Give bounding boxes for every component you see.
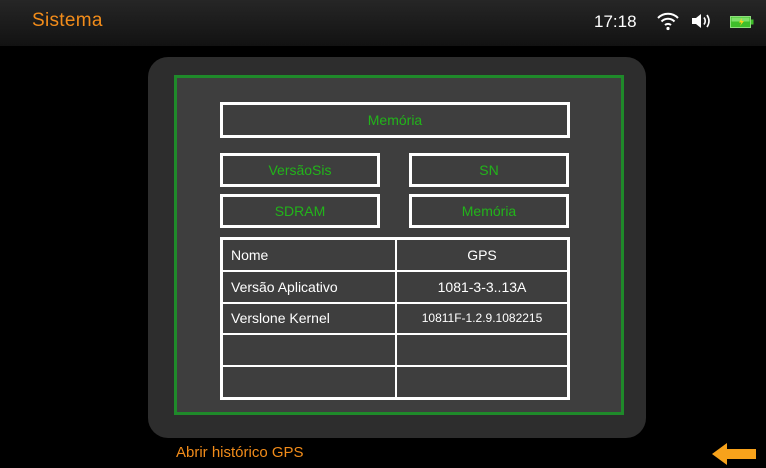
table-cell-label: Versão Aplicativo <box>220 269 397 304</box>
table-row <box>220 333 570 368</box>
system-version-button[interactable]: VersãoSis <box>220 153 380 187</box>
battery-icon <box>730 15 754 34</box>
table-row: Nome GPS <box>220 237 570 272</box>
table-row <box>220 365 570 400</box>
table-cell-label: Verslone Kernel <box>220 301 397 336</box>
table-cell-value: GPS <box>395 237 570 272</box>
wifi-icon <box>656 11 680 36</box>
table-cell-value: 10811F-1.2.9.1082215 <box>395 301 570 336</box>
table-row: Versão Aplicativo 1081-3-3..13A <box>220 269 570 304</box>
table-cell-label <box>220 333 397 368</box>
clock: 17:18 <box>594 12 637 31</box>
table-cell-value <box>395 365 570 400</box>
serial-number-button[interactable]: SN <box>409 153 569 187</box>
sdram-button[interactable]: SDRAM <box>220 194 380 228</box>
memory-top-button[interactable]: Memória <box>220 102 570 138</box>
table-cell-value: 1081-3-3..13A <box>395 269 570 304</box>
table-row: Verslone Kernel 10811F-1.2.9.1082215 <box>220 301 570 336</box>
status-bar: Sistema 17:18 <box>0 0 766 46</box>
system-screen: Sistema 17:18 Memória VersãoSis SN SDRAM… <box>0 0 766 468</box>
table-cell-label: Nome <box>220 237 397 272</box>
open-gps-history-link[interactable]: Abrir histórico GPS <box>176 444 304 461</box>
memory-button[interactable]: Memória <box>409 194 569 228</box>
page-title: Sistema <box>32 10 103 31</box>
table-cell-label <box>220 365 397 400</box>
back-arrow-icon[interactable] <box>710 441 758 468</box>
table-cell-value <box>395 333 570 368</box>
system-info-table: Nome GPS Versão Aplicativo 1081-3-3..13A… <box>220 237 570 400</box>
volume-icon <box>690 12 714 35</box>
